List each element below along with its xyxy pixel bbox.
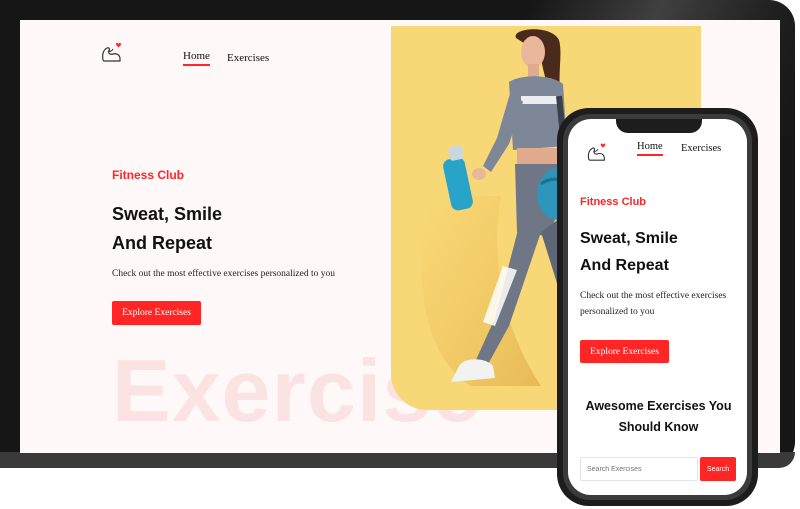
mobile-hero-title-line-2: And Repeat (580, 257, 669, 274)
hero-title-line-2: And Repeat (112, 233, 213, 253)
hero-title-line-1: Sweat, Smile (112, 204, 223, 224)
flexed-arm-heart-icon[interactable] (586, 139, 608, 163)
section-title-line-1: Awesome Exercises You (585, 399, 732, 413)
mobile-hero-description: Check out the most effective exercises p… (580, 291, 727, 317)
search-exercises-input[interactable] (580, 457, 698, 481)
mobile-screen: Home Exercises Fitness Club Sweat, Smile… (568, 119, 747, 495)
phone-frame: Home Exercises Fitness Club Sweat, Smile… (557, 108, 758, 506)
hero-eyebrow: Fitness Club (112, 168, 185, 182)
hero-title: Sweat, Smile And Repeat (112, 200, 222, 258)
mobile-explore-exercises-button[interactable]: Explore Exercises (580, 340, 669, 363)
search-button[interactable]: Search (700, 457, 736, 481)
flexed-arm-heart-icon[interactable] (100, 38, 124, 64)
explore-exercises-button[interactable]: Explore Exercises (112, 301, 201, 325)
mobile-hero-eyebrow: Fitness Club (580, 196, 647, 208)
nav-exercises-link[interactable]: Exercises (227, 52, 269, 64)
mobile-nav-exercises-link[interactable]: Exercises (681, 143, 721, 154)
section-title-line-2: Should Know (618, 419, 699, 434)
nav-home-link[interactable]: Home (183, 50, 210, 66)
hero-description: Check out the most effective exercises p… (112, 269, 335, 279)
mobile-hero-title-line-1: Sweat, Smile (580, 230, 678, 247)
mobile-hero-title: Sweat, Smile And Repeat (580, 225, 678, 279)
mobile-nav-home-link[interactable]: Home (637, 141, 663, 156)
exercises-section-title: Awesome Exercises You Should Know (568, 396, 747, 437)
phone-notch (616, 119, 702, 133)
